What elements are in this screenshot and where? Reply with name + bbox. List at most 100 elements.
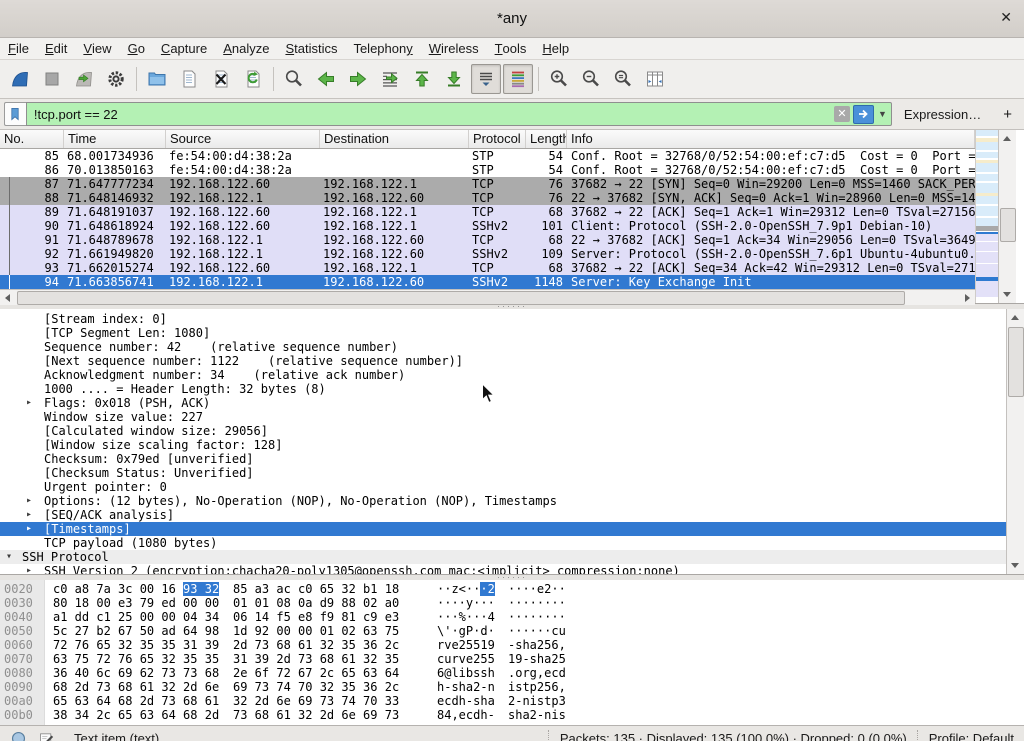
menu-file[interactable]: File [0,38,37,59]
hex-row[interactable]: 0040a1 dd c1 25 00 00 04 3406 14 f5 e8 f… [0,610,1024,624]
stop-capture-button[interactable] [37,64,67,94]
packet-row[interactable]: 8971.648191037192.168.122.60192.168.122.… [0,205,975,219]
scroll-right-arrow-icon[interactable] [960,291,975,304]
column-header-protocol[interactable]: Protocol [469,130,526,148]
hex-row[interactable]: 006072 76 65 32 35 35 31 392d 73 68 61 3… [0,638,1024,652]
open-file-button[interactable] [142,64,172,94]
column-header-time[interactable]: Time [64,130,166,148]
hex-row[interactable]: 00a065 63 64 68 2d 73 68 6132 2d 6e 69 7… [0,694,1024,708]
go-to-packet-button[interactable] [375,64,405,94]
hex-row[interactable]: 008036 40 6c 69 62 73 73 682e 6f 72 67 2… [0,666,1024,680]
hscroll-thumb[interactable] [17,291,905,305]
menu-go[interactable]: Go [120,38,153,59]
capture-options-button[interactable] [101,64,131,94]
close-file-button[interactable] [206,64,236,94]
detail-line[interactable]: Urgent pointer: 0 [0,480,1024,494]
packet-row[interactable]: 9271.661949820192.168.122.1192.168.122.6… [0,247,975,261]
column-header-destination[interactable]: Destination [320,130,469,148]
scroll-up-arrow-icon[interactable] [999,131,1015,146]
packet-list-hscrollbar[interactable] [0,289,975,305]
start-capture-button[interactable] [5,64,35,94]
detail-line[interactable]: [Calculated window size: 29056] [0,424,1024,438]
packet-row[interactable]: 8771.647777234192.168.122.60192.168.122.… [0,177,975,191]
expand-arrow-icon[interactable]: ▸ [26,522,40,536]
expand-arrow-icon[interactable]: ▸ [26,564,40,575]
menu-edit[interactable]: Edit [37,38,75,59]
scroll-down-arrow-icon[interactable] [1007,558,1023,573]
menu-capture[interactable]: Capture [153,38,215,59]
detail-line[interactable]: TCP payload (1080 bytes) [0,536,1024,550]
go-back-button[interactable] [311,64,341,94]
menu-statistics[interactable]: Statistics [277,38,345,59]
capture-comment-button[interactable] [36,728,56,741]
packet-row[interactable]: 9171.648789678192.168.122.1192.168.122.6… [0,233,975,247]
filter-add-button[interactable]: + [1003,106,1012,123]
column-header-length[interactable]: Length [526,130,567,148]
column-header-info[interactable]: Info [567,130,975,148]
go-first-button[interactable] [407,64,437,94]
expert-info-button[interactable] [8,728,28,741]
detail-line[interactable]: ▾SSH Protocol [0,550,1024,564]
detail-line[interactable]: Sequence number: 42 (relative sequence n… [0,340,1024,354]
detail-line[interactable]: 1000 .... = Header Length: 32 bytes (8) [0,382,1024,396]
save-file-button[interactable] [174,64,204,94]
resize-columns-button[interactable] [640,64,670,94]
menu-view[interactable]: View [75,38,119,59]
expand-arrow-icon[interactable]: ▸ [26,508,40,522]
collapse-arrow-icon[interactable]: ▾ [6,550,20,564]
go-last-button[interactable] [439,64,469,94]
hex-row[interactable]: 0020c0 a8 7a 3c 00 16 93 3285 a3 ac c0 6… [0,582,1024,596]
restart-capture-button[interactable] [69,64,99,94]
column-header-no[interactable]: No. [0,130,64,148]
filter-bookmark-button[interactable] [4,102,26,126]
menu-help[interactable]: Help [534,38,577,59]
detail-line[interactable]: ▸[SEQ/ACK analysis] [0,508,1024,522]
detail-line[interactable]: Window size value: 227 [0,410,1024,424]
packet-row[interactable]: 9371.662015274192.168.122.60192.168.122.… [0,261,975,275]
detail-line[interactable]: Acknowledgment number: 34 (relative ack … [0,368,1024,382]
hex-row[interactable]: 00505c 27 b2 67 50 ad 64 981d 92 00 00 0… [0,624,1024,638]
detail-line[interactable]: ▸Flags: 0x018 (PSH, ACK) [0,396,1024,410]
detail-line[interactable]: ▸[Timestamps] [0,522,1024,536]
column-header-source[interactable]: Source [166,130,320,148]
title-bar[interactable]: *any ✕ [0,0,1024,38]
packet-row[interactable]: 9471.663856741192.168.122.1192.168.122.6… [0,275,975,289]
expand-arrow-icon[interactable]: ▸ [26,396,40,410]
packet-list-scrollbar[interactable] [998,130,1016,303]
menu-telephony[interactable]: Telephony [345,38,420,59]
close-icon[interactable]: ✕ [1000,9,1012,26]
packet-row[interactable]: 8568.001734936fe:54:00:d4:38:2aSTP54Conf… [0,149,975,163]
zoom-in-button[interactable] [544,64,574,94]
scroll-left-arrow-icon[interactable] [0,291,15,304]
vscroll-thumb[interactable] [1008,327,1024,397]
colorize-button[interactable] [503,64,533,94]
filter-input[interactable]: !tcp.port == 22 ✕ ▼ [26,102,892,126]
find-packet-button[interactable] [279,64,309,94]
detail-line[interactable]: [Checksum Status: Unverified] [0,466,1024,480]
details-scrollbar[interactable] [1006,309,1024,574]
zoom-original-button[interactable] [608,64,638,94]
menu-tools[interactable]: Tools [487,38,535,59]
menu-analyze[interactable]: Analyze [215,38,277,59]
detail-line[interactable]: ▸Options: (12 bytes), No-Operation (NOP)… [0,494,1024,508]
scroll-down-arrow-icon[interactable] [999,287,1015,302]
auto-scroll-button[interactable] [471,64,501,94]
expression-button[interactable]: Expression… [904,107,981,122]
expand-arrow-icon[interactable]: ▸ [26,494,40,508]
detail-line[interactable]: [Window size scaling factor: 128] [0,438,1024,452]
hex-row[interactable]: 00b038 34 2c 65 63 64 68 2d73 68 61 32 2… [0,708,1024,722]
zoom-out-button[interactable] [576,64,606,94]
menu-wireless[interactable]: Wireless [421,38,487,59]
packet-row[interactable]: 9071.648618924192.168.122.60192.168.122.… [0,219,975,233]
hex-row[interactable]: 007063 75 72 76 65 32 35 3531 39 2d 73 6… [0,652,1024,666]
filter-apply-button[interactable] [853,105,874,124]
scroll-up-arrow-icon[interactable] [1007,310,1023,325]
filter-clear-button[interactable]: ✕ [834,106,850,122]
detail-line[interactable]: ▸SSH Version 2 (encryption:chacha20-poly… [0,564,1024,575]
hex-row[interactable]: 009068 2d 73 68 61 32 2d 6e69 73 74 70 3… [0,680,1024,694]
detail-line[interactable]: [TCP Segment Len: 1080] [0,326,1024,340]
reload-file-button[interactable] [238,64,268,94]
packet-row[interactable]: 8871.648146932192.168.122.1192.168.122.6… [0,191,975,205]
detail-line[interactable]: [Next sequence number: 1122 (relative se… [0,354,1024,368]
go-forward-button[interactable] [343,64,373,94]
